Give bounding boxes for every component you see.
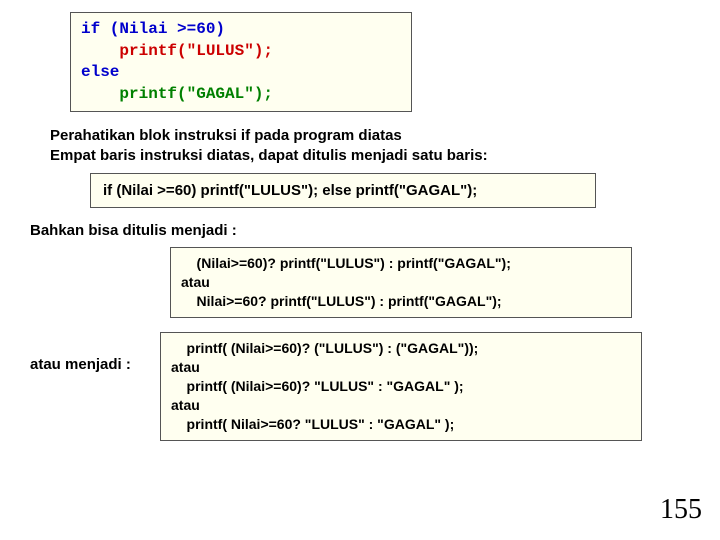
code-block: if (Nilai >=60) printf("LULUS"); else pr… — [70, 12, 412, 112]
final-line: printf( Nilai>=60? "LULUS" : "GAGAL" ); — [171, 416, 454, 432]
explain-line: Perahatikan blok instruksi if pada progr… — [50, 126, 700, 146]
code-line: if (Nilai >=60) — [81, 20, 225, 38]
code-line: printf("GAGAL"); — [81, 85, 273, 103]
ternary-line: Nilai>=60? printf("LULUS") : printf("GAG… — [181, 293, 502, 309]
final-line: printf( (Nilai>=60)? "LULUS" : "GAGAL" )… — [171, 378, 464, 394]
page-number: 155 — [660, 494, 702, 526]
code-line: else — [81, 63, 119, 81]
final-line: atau — [171, 359, 200, 375]
ternary-line: (Nilai>=60)? printf("LULUS") : printf("G… — [181, 255, 511, 271]
atau-label: atau menjadi : — [30, 356, 160, 373]
explain-line: Empat baris instruksi diatas, dapat ditu… — [50, 146, 700, 166]
code-line: printf("LULUS"); — [81, 42, 273, 60]
bahkan-text: Bahkan bisa ditulis menjadi : — [30, 222, 700, 239]
final-line: printf( (Nilai>=60)? ("LULUS") : ("GAGAL… — [171, 340, 478, 356]
final-row: atau menjadi : printf( (Nilai>=60)? ("LU… — [20, 332, 700, 440]
final-line: atau — [171, 397, 200, 413]
ternary-box: (Nilai>=60)? printf("LULUS") : printf("G… — [170, 247, 632, 318]
ternary-line: atau — [181, 274, 210, 290]
explain-text: Perahatikan blok instruksi if pada progr… — [50, 126, 700, 165]
oneline-code: if (Nilai >=60) printf("LULUS"); else pr… — [103, 182, 477, 199]
oneline-box: if (Nilai >=60) printf("LULUS"); else pr… — [90, 173, 596, 208]
final-box: printf( (Nilai>=60)? ("LULUS") : ("GAGAL… — [160, 332, 642, 440]
